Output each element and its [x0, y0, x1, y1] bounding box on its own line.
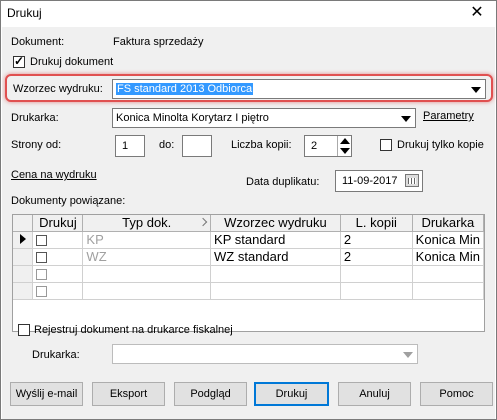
sort-icon — [198, 217, 208, 227]
row-copies[interactable] — [340, 282, 413, 300]
table-row[interactable]: WZ WZ standard 2 Konica Min — [13, 248, 485, 266]
row-printer[interactable] — [412, 282, 485, 300]
print-document-label: Drukuj dokument — [30, 56, 114, 68]
row-template[interactable]: KP standard — [210, 231, 341, 249]
print-document-checkbox[interactable] — [13, 54, 25, 68]
duplicate-date-label: Data duplikatu: — [246, 176, 320, 188]
row-printer[interactable]: Konica Min — [412, 248, 485, 266]
row-print-checkbox[interactable] — [36, 252, 48, 264]
arrow-down-icon[interactable] — [340, 148, 350, 154]
only-copies-checkbox[interactable] — [380, 139, 392, 151]
related-docs-table: Drukuj Typ dok. Wzorzec wydruku L. kopii… — [12, 214, 485, 332]
row-template[interactable] — [210, 265, 341, 283]
row-print-checkbox[interactable] — [36, 286, 48, 298]
row-print-cell[interactable] — [32, 265, 84, 283]
pages-from-label: Strony od: — [11, 139, 62, 151]
print-dialog: Drukuj ✕ Dokument: Faktura sprzedaży Dru… — [0, 0, 497, 420]
pages-from-value: 1 — [122, 140, 129, 152]
dialog-body: Dokument: Faktura sprzedaży Drukuj dokum… — [2, 27, 495, 419]
row-printer[interactable] — [412, 265, 485, 283]
fiscal-printer-select[interactable] — [112, 344, 418, 364]
fiscal-printer-label: Drukarka: — [32, 349, 80, 361]
row-template[interactable]: WZ standard — [210, 248, 341, 266]
export-button[interactable]: Eksport — [92, 382, 165, 406]
table-row[interactable] — [13, 265, 485, 283]
related-docs-label: Dokumenty powiązane: — [11, 195, 126, 207]
copies-value: 2 — [311, 140, 318, 152]
row-indicator — [13, 265, 34, 283]
template-label: Wzorzec wydruku: — [13, 83, 103, 95]
current-row-icon — [19, 234, 26, 244]
arrow-up-icon[interactable] — [340, 138, 350, 144]
close-icon[interactable]: ✕ — [466, 3, 488, 23]
printer-value: Konica Minolta Korytarz I piętro — [116, 112, 269, 124]
fiscal-label: Rejestruj dokument na drukarce fiskalnej — [34, 324, 233, 336]
row-template[interactable] — [210, 282, 341, 300]
price-link[interactable]: Cena na wydruku — [11, 169, 97, 181]
preview-button[interactable]: Podgląd — [174, 382, 247, 406]
print-button[interactable]: Drukuj — [254, 382, 329, 406]
table-row[interactable] — [13, 282, 485, 300]
only-copies-label: Drukuj tylko kopie — [397, 139, 484, 151]
pages-to-label: do: — [159, 139, 175, 151]
row-indicator — [13, 231, 34, 249]
row-printer[interactable]: Konica Min — [412, 231, 485, 249]
template-value: FS standard 2013 Odbiorca — [116, 83, 254, 95]
row-header-corner — [13, 215, 34, 232]
row-doc-type — [82, 282, 212, 300]
calendar-icon[interactable] — [405, 174, 419, 187]
row-doc-type: WZ — [82, 248, 212, 266]
document-label: Dokument: — [11, 36, 65, 48]
document-value: Faktura sprzedaży — [113, 36, 204, 48]
row-print-checkbox[interactable] — [36, 235, 48, 247]
row-copies[interactable] — [340, 265, 413, 283]
row-doc-type — [82, 265, 212, 283]
copies-label: Liczba kopii: — [231, 139, 292, 151]
table-row[interactable]: KP KP standard 2 Konica Min — [13, 231, 485, 249]
related-docs-grid: Drukuj Typ dok. Wzorzec wydruku L. kopii… — [13, 215, 485, 300]
column-header-template[interactable]: Wzorzec wydruku — [210, 215, 341, 232]
printer-label: Drukarka: — [11, 112, 59, 124]
parameters-link[interactable]: Parametry — [423, 110, 474, 122]
printer-select[interactable]: Konica Minolta Korytarz I piętro — [112, 108, 416, 128]
row-print-checkbox[interactable] — [36, 269, 48, 281]
row-print-cell[interactable] — [32, 248, 84, 266]
row-indicator — [13, 282, 34, 300]
cancel-button[interactable]: Anuluj — [338, 382, 411, 406]
duplicate-date-input[interactable]: 11-09-2017 — [335, 170, 423, 192]
title-bar: Drukuj ✕ — [1, 1, 496, 27]
row-print-cell[interactable] — [32, 231, 84, 249]
template-select[interactable]: FS standard 2013 Odbiorca — [112, 79, 486, 99]
chevron-down-icon[interactable] — [471, 87, 481, 93]
row-doc-type: KP — [82, 231, 212, 249]
chevron-down-icon[interactable] — [403, 352, 413, 358]
column-header-copies[interactable]: L. kopii — [340, 215, 413, 232]
copies-spin[interactable] — [337, 136, 351, 156]
column-header-print[interactable]: Drukuj — [32, 215, 84, 232]
column-header-doc-type[interactable]: Typ dok. — [82, 215, 212, 232]
fiscal-checkbox[interactable] — [18, 324, 30, 336]
chevron-down-icon[interactable] — [401, 116, 411, 122]
column-header-printer[interactable]: Drukarka — [412, 215, 485, 232]
table-header-row: Drukuj Typ dok. Wzorzec wydruku L. kopii… — [13, 215, 485, 232]
row-copies[interactable]: 2 — [340, 231, 413, 249]
copies-stepper[interactable]: 2 — [304, 135, 352, 157]
row-copies[interactable]: 2 — [340, 248, 413, 266]
window-title: Drukuj — [7, 6, 42, 20]
row-indicator — [13, 248, 34, 266]
pages-to-input[interactable] — [182, 135, 212, 157]
pages-from-input[interactable]: 1 — [115, 135, 145, 157]
column-header-doc-type-label: Typ dok. — [122, 215, 172, 231]
send-email-button[interactable]: Wyślij e-mail — [10, 382, 83, 406]
duplicate-date-value: 11-09-2017 — [342, 175, 398, 187]
row-print-cell[interactable] — [32, 282, 84, 300]
help-button[interactable]: Pomoc — [420, 382, 493, 406]
